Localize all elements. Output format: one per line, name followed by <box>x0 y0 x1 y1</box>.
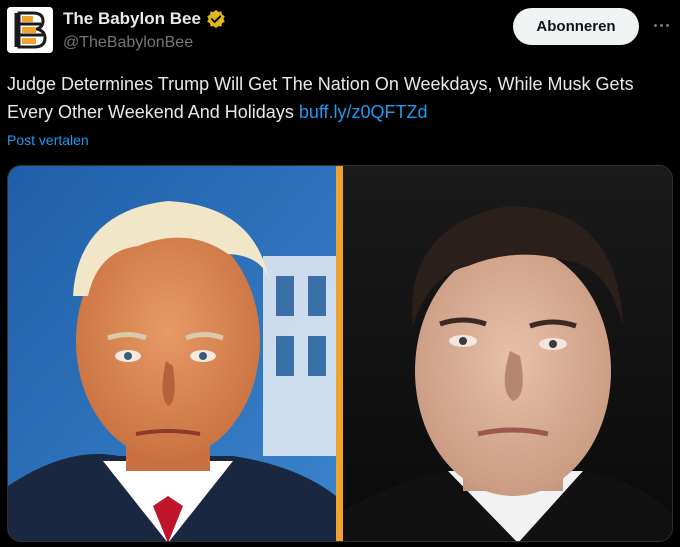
babylon-bee-logo-icon <box>7 7 53 53</box>
author-name-row: The Babylon Bee <box>63 8 226 30</box>
tweet-card: The Babylon Bee @TheBabylonBee Abonneren… <box>0 0 680 547</box>
translate-post-link[interactable]: Post vertalen <box>7 132 89 148</box>
verified-badge-icon <box>207 9 225 29</box>
more-horizontal-icon[interactable] <box>650 14 672 36</box>
author-display-name[interactable]: The Babylon Bee <box>63 8 201 30</box>
tweet-link[interactable]: buff.ly/z0QFTZd <box>299 102 428 122</box>
right-photo <box>343 166 672 541</box>
follow-button[interactable]: Abonneren <box>513 8 639 45</box>
media-photo-collage <box>8 166 672 541</box>
tweet-text: Judge Determines Trump Will Get The Nati… <box>7 70 667 126</box>
tweet-media-image[interactable] <box>7 165 673 542</box>
author-avatar[interactable] <box>7 7 53 53</box>
media-divider <box>336 166 343 541</box>
author-handle[interactable]: @TheBabylonBee <box>63 33 193 53</box>
left-photo <box>8 166 336 541</box>
